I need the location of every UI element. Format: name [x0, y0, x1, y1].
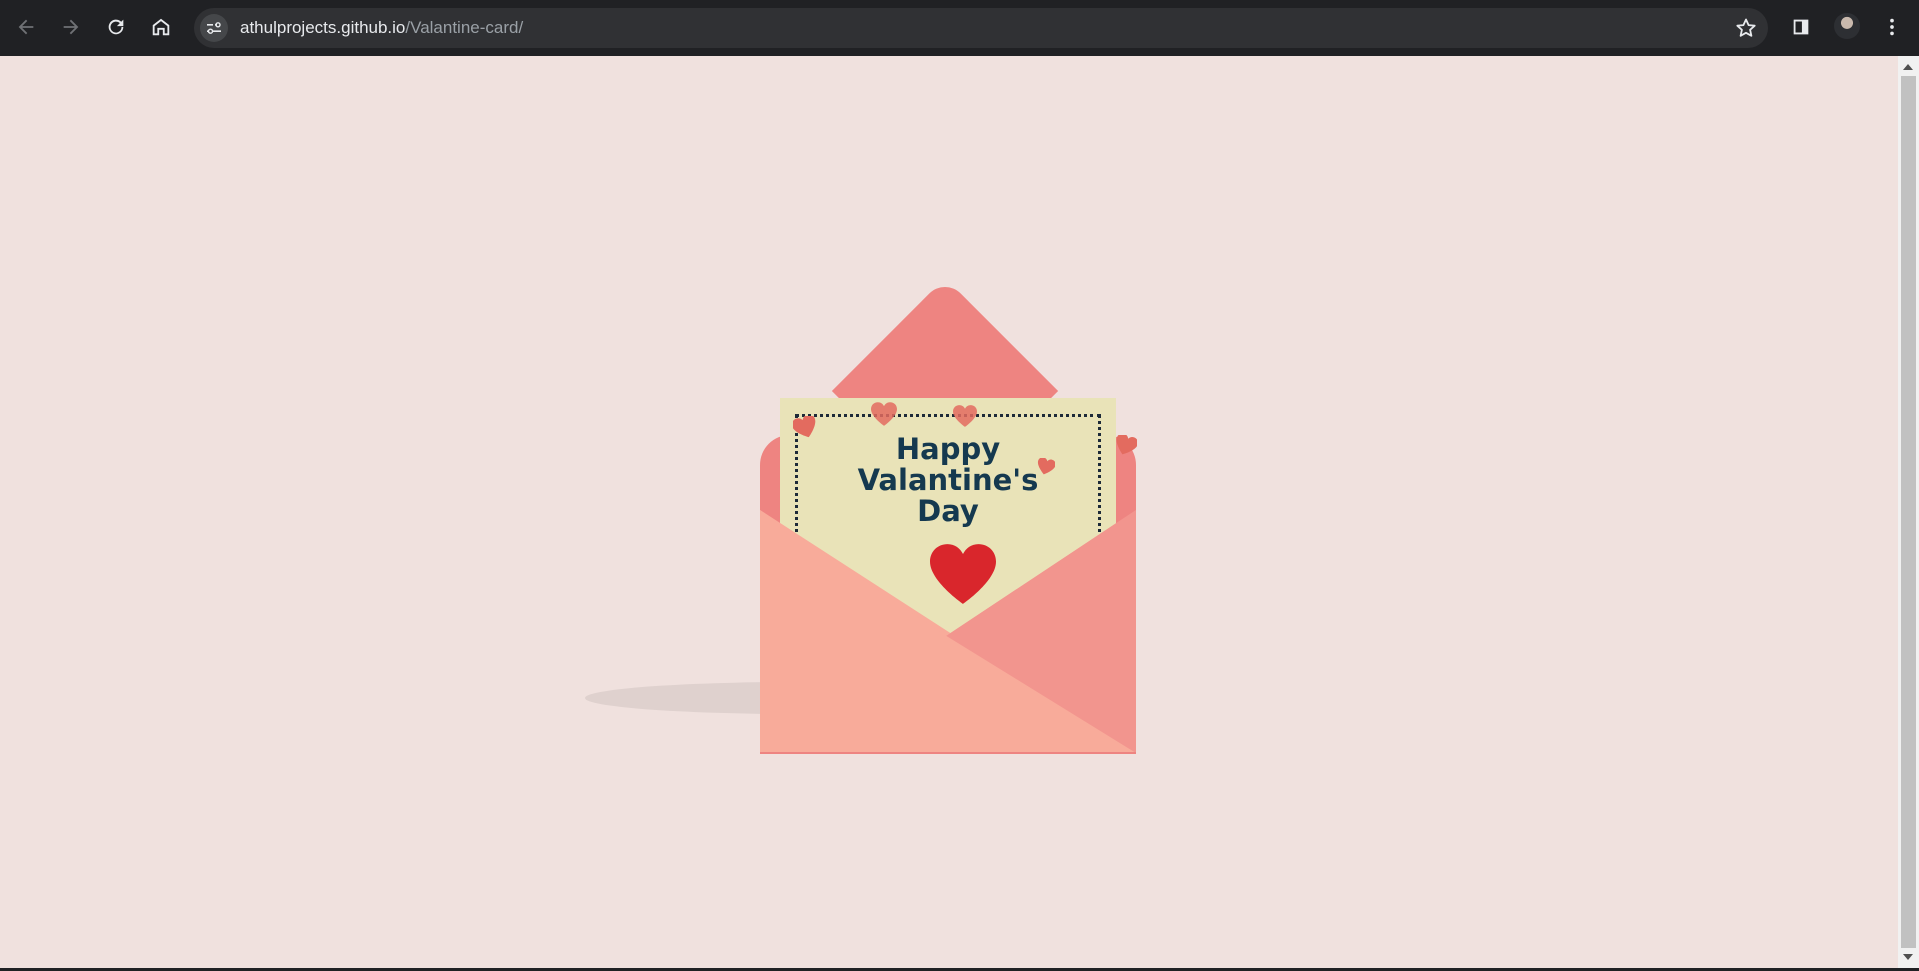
side-panel-icon[interactable]	[1783, 9, 1819, 45]
small-heart-icon	[793, 416, 816, 438]
small-heart-icon	[1116, 435, 1137, 455]
scroll-down-arrow-icon[interactable]	[1903, 954, 1913, 960]
url-text[interactable]: athulprojects.github.io/Valantine-card/	[240, 19, 523, 37]
small-heart-icon	[871, 402, 897, 426]
back-arrow-icon[interactable]	[8, 9, 44, 45]
address-bar[interactable]: athulprojects.github.io/Valantine-card/	[194, 8, 1768, 48]
url-path: /Valantine-card/	[405, 18, 524, 37]
small-heart-icon	[1037, 458, 1055, 475]
scroll-thumb[interactable]	[1901, 76, 1916, 948]
valentine-card[interactable]: Happy Valantine's Day	[760, 270, 1140, 760]
url-host: athulprojects.github.io	[240, 18, 406, 37]
envelope-pocket	[760, 510, 1136, 760]
kebab-menu-icon[interactable]	[1874, 9, 1910, 45]
card-line-1: Happy	[895, 432, 1001, 466]
card-line-2: Valantine's	[857, 463, 1039, 497]
vertical-scrollbar[interactable]	[1898, 56, 1919, 968]
browser-toolbar: athulprojects.github.io/Valantine-card/	[0, 0, 1919, 56]
page-viewport: Happy Valantine's Day	[0, 56, 1919, 968]
bookmark-star-icon[interactable]	[1734, 16, 1758, 40]
site-info-icon[interactable]	[200, 14, 228, 42]
reload-icon[interactable]	[98, 9, 134, 45]
profile-avatar[interactable]	[1834, 13, 1860, 39]
scroll-up-arrow-icon[interactable]	[1903, 64, 1913, 70]
home-icon[interactable]	[143, 9, 179, 45]
forward-arrow-icon[interactable]	[53, 9, 89, 45]
small-heart-icon	[953, 405, 977, 427]
